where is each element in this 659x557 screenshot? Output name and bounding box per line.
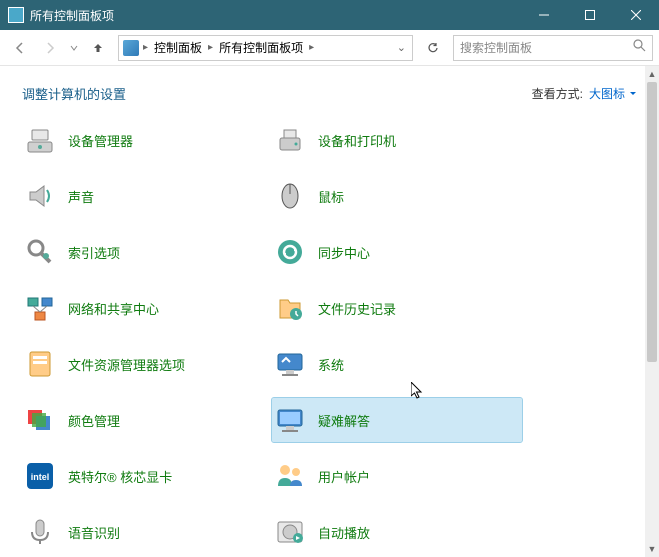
item-label: 设备和打印机 [318, 131, 396, 150]
item-label: 颜色管理 [68, 411, 120, 430]
control-panel-item-device-manager[interactable]: 设备管理器 [22, 118, 272, 162]
search-input[interactable] [460, 41, 633, 55]
item-label: 设备管理器 [68, 131, 133, 150]
view-by-value: 大图标 [589, 85, 625, 102]
search-icon [633, 39, 646, 57]
sync-icon [272, 234, 308, 270]
control-panel-item-file-history[interactable]: 文件历史记录 [272, 286, 522, 330]
explorer-options-icon [22, 346, 58, 382]
minimize-button[interactable] [521, 0, 567, 30]
control-panel-item-network[interactable]: 网络和共享中心 [22, 286, 272, 330]
control-panel-item-intel[interactable]: intel 英特尔® 核芯显卡 [22, 454, 272, 498]
mouse-icon [272, 178, 308, 214]
item-label: 文件历史记录 [318, 299, 396, 318]
speech-icon [22, 514, 58, 550]
window-title: 所有控制面板项 [30, 7, 521, 24]
item-label: 自动播放 [318, 523, 370, 542]
title-bar: 所有控制面板项 [0, 0, 659, 30]
view-by-dropdown[interactable]: 大图标 [589, 85, 637, 102]
users-icon [272, 458, 308, 494]
recent-dropdown[interactable] [66, 34, 82, 62]
item-label: 疑难解答 [318, 411, 370, 430]
scroll-thumb[interactable] [647, 82, 657, 362]
maximize-button[interactable] [567, 0, 613, 30]
page-header: 调整计算机的设置 查看方式: 大图标 [0, 66, 659, 121]
address-dropdown-icon[interactable]: ⌄ [395, 41, 408, 54]
device-manager-icon [22, 122, 58, 158]
autoplay-icon [272, 514, 308, 550]
scroll-down-button[interactable]: ▼ [645, 541, 659, 557]
control-panel-item-indexing[interactable]: 索引选项 [22, 230, 272, 274]
breadcrumb-root[interactable]: 控制面板 [152, 39, 204, 56]
up-button[interactable] [84, 34, 112, 62]
item-label: 用户帐户 [318, 467, 370, 486]
svg-text:intel: intel [31, 472, 50, 482]
item-label: 鼠标 [318, 187, 344, 206]
refresh-button[interactable] [419, 34, 447, 62]
file-history-icon [272, 290, 308, 326]
nav-toolbar: ▸ 控制面板 ▸ 所有控制面板项 ▸ ⌄ [0, 30, 659, 66]
network-icon [22, 290, 58, 326]
control-panel-item-autoplay[interactable]: 自动播放 [272, 510, 522, 554]
chevron-right-icon: ▸ [141, 42, 150, 53]
address-bar[interactable]: ▸ 控制面板 ▸ 所有控制面板项 ▸ ⌄ [118, 35, 413, 61]
indexing-icon [22, 234, 58, 270]
control-panel-item-system[interactable]: 系统 [272, 342, 522, 386]
control-panel-item-troubleshoot[interactable]: 疑难解答 [272, 398, 522, 442]
system-icon [272, 346, 308, 382]
app-icon [8, 7, 24, 23]
item-label: 索引选项 [68, 243, 120, 262]
intel-icon: intel [22, 458, 58, 494]
control-panel-item-color[interactable]: 颜色管理 [22, 398, 272, 442]
view-by-label: 查看方式: [532, 85, 583, 102]
content-area: 设备管理器 设备和打印机声音 鼠标索引选项 同步中心网络和共享中心 文件历史记录文件资源… [0, 118, 645, 557]
breadcrumb-current[interactable]: 所有控制面板项 [217, 39, 305, 56]
item-label: 同步中心 [318, 243, 370, 262]
control-panel-item-mouse[interactable]: 鼠标 [272, 174, 522, 218]
search-box[interactable] [453, 35, 653, 61]
control-panel-item-explorer-options[interactable]: 文件资源管理器选项 [22, 342, 272, 386]
chevron-right-icon: ▸ [307, 42, 316, 53]
scroll-up-button[interactable]: ▲ [645, 66, 659, 82]
color-icon [22, 402, 58, 438]
control-panel-item-sync[interactable]: 同步中心 [272, 230, 522, 274]
vertical-scrollbar[interactable]: ▲ ▼ [645, 66, 659, 557]
item-label: 系统 [318, 355, 344, 374]
item-label: 声音 [68, 187, 94, 206]
item-label: 文件资源管理器选项 [68, 355, 185, 374]
control-panel-icon [123, 40, 139, 56]
control-panel-item-sound[interactable]: 声音 [22, 174, 272, 218]
chevron-down-icon [629, 90, 637, 98]
control-panel-item-users[interactable]: 用户帐户 [272, 454, 522, 498]
control-panel-item-speech[interactable]: 语音识别 [22, 510, 272, 554]
devices-printers-icon [272, 122, 308, 158]
item-label: 网络和共享中心 [68, 299, 159, 318]
chevron-right-icon: ▸ [206, 42, 215, 53]
troubleshoot-icon [272, 402, 308, 438]
item-label: 语音识别 [68, 523, 120, 542]
page-title: 调整计算机的设置 [22, 84, 532, 103]
forward-button[interactable] [36, 34, 64, 62]
sound-icon [22, 178, 58, 214]
item-label: 英特尔® 核芯显卡 [68, 467, 172, 486]
close-button[interactable] [613, 0, 659, 30]
control-panel-item-devices-printers[interactable]: 设备和打印机 [272, 118, 522, 162]
back-button[interactable] [6, 34, 34, 62]
